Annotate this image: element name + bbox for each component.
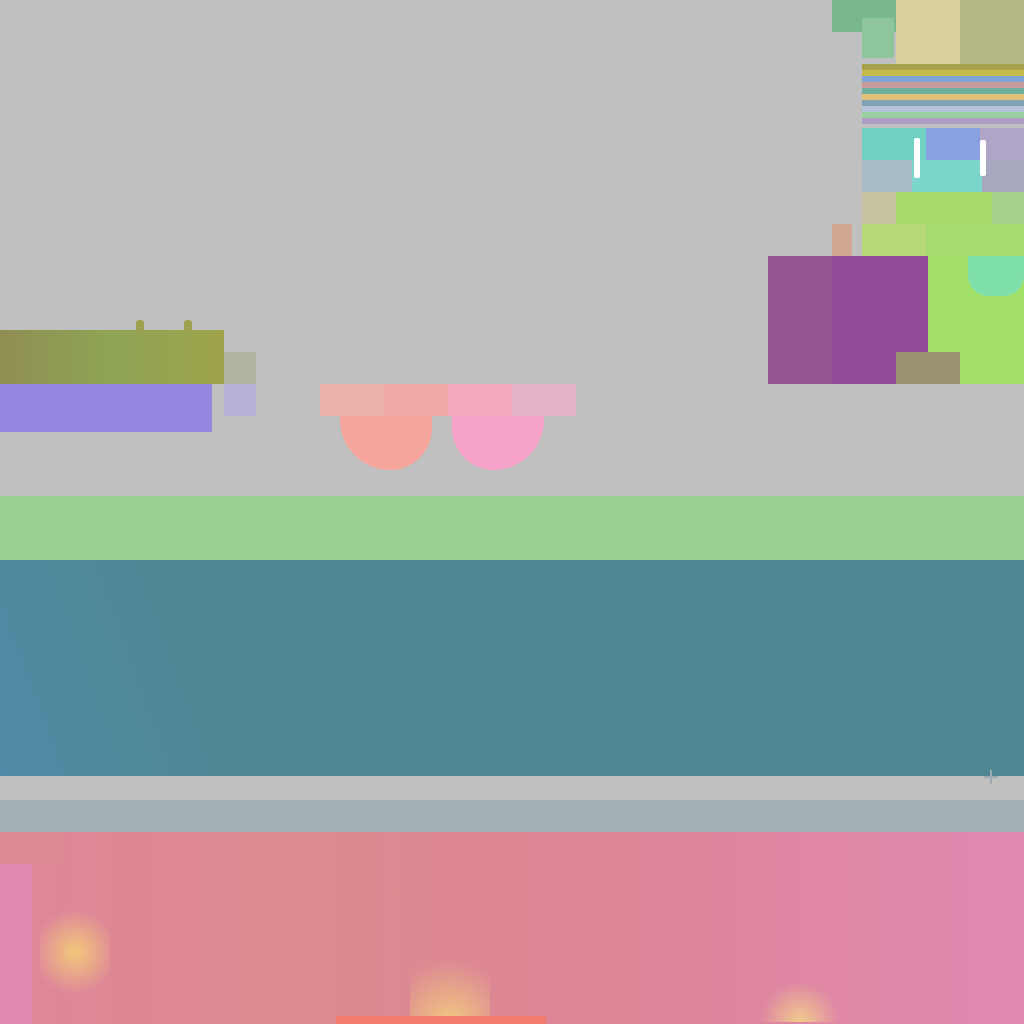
striped-thumbnail: [862, 64, 1024, 128]
green-band: [0, 496, 1024, 560]
teal-panel: [0, 560, 1024, 776]
grey-strip: [0, 800, 1024, 832]
olive-toolbar-block: [0, 330, 224, 384]
lavender-chip: [224, 384, 256, 416]
violet-toolbar-block: [0, 384, 212, 432]
grey-chip: [224, 352, 256, 384]
magenta-thumbnail: [768, 256, 1024, 384]
pink-chip: [452, 416, 544, 470]
coral-chip: [340, 416, 432, 470]
chip-row: [320, 384, 576, 416]
crosshair-icon: [984, 770, 998, 784]
handle-icon: [914, 138, 920, 178]
pink-panel: [0, 832, 1024, 1024]
